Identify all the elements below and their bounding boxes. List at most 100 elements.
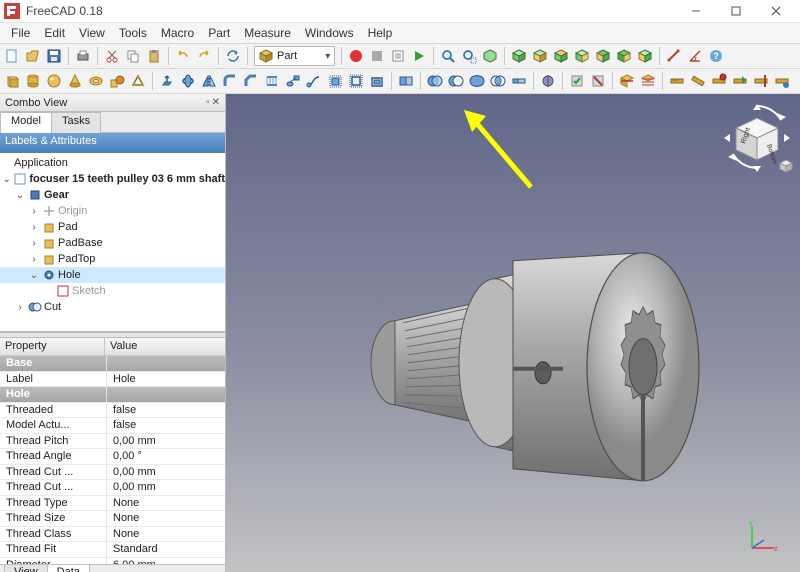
menu-macro[interactable]: Macro — [154, 24, 201, 42]
part-joinconnect-icon[interactable] — [509, 71, 529, 91]
close-button[interactable] — [756, 0, 796, 22]
part-cone-icon[interactable] — [65, 71, 85, 91]
prop-threadtype-value[interactable]: None — [107, 496, 225, 511]
prop-label-value[interactable]: Hole — [107, 372, 225, 387]
measure-angular-icon[interactable] — [685, 46, 705, 66]
menu-tools[interactable]: Tools — [112, 24, 154, 42]
cut-icon[interactable] — [102, 46, 122, 66]
model-tree[interactable]: Application ⌄focuser 15 teeth pulley 03 … — [0, 153, 225, 332]
view-top-icon[interactable] — [551, 46, 571, 66]
tab-tasks[interactable]: Tasks — [51, 112, 101, 134]
part-extrude-icon[interactable] — [157, 71, 177, 91]
zoom-fit-icon[interactable] — [438, 46, 458, 66]
part-fillet-icon[interactable] — [220, 71, 240, 91]
part-chamfer-icon[interactable] — [241, 71, 261, 91]
part-fuse-icon[interactable] — [467, 71, 487, 91]
macro-record-icon[interactable] — [346, 46, 366, 66]
navigation-cube[interactable]: Right Bottom — [720, 100, 794, 174]
whatsthis-icon[interactable]: ? — [706, 46, 726, 66]
part-revolve-icon[interactable] — [178, 71, 198, 91]
view-rear-icon[interactable] — [593, 46, 613, 66]
part-loft-icon[interactable] — [283, 71, 303, 91]
copy-icon[interactable] — [123, 46, 143, 66]
open-icon[interactable] — [23, 46, 43, 66]
save-icon[interactable] — [44, 46, 64, 66]
prop-threadclass-value[interactable]: None — [107, 527, 225, 542]
3d-viewport[interactable]: Right Bottom y z — [226, 94, 800, 572]
tree-hole[interactable]: Hole — [58, 269, 81, 281]
measure-3-icon[interactable] — [709, 71, 729, 91]
minimize-button[interactable] — [676, 0, 716, 22]
tree-document[interactable]: focuser 15 teeth pulley 03 6 mm shaft — [29, 173, 225, 185]
measure-6-icon[interactable] — [772, 71, 792, 91]
macro-stop-icon[interactable] — [367, 46, 387, 66]
macro-list-icon[interactable] — [388, 46, 408, 66]
prop-threaded-value[interactable]: false — [107, 403, 225, 418]
prop-threadsize-value[interactable]: None — [107, 511, 225, 526]
part-section-icon[interactable] — [617, 71, 637, 91]
prop-tab-view[interactable]: View — [4, 565, 48, 572]
paste-icon[interactable] — [144, 46, 164, 66]
view-left-icon[interactable] — [635, 46, 655, 66]
prop-threadangle-value[interactable]: 0,00 ° — [107, 449, 225, 464]
refresh-icon[interactable] — [223, 46, 243, 66]
pulley-model[interactable] — [303, 191, 723, 511]
part-ruled-icon[interactable] — [262, 71, 282, 91]
part-boolean-icon[interactable] — [425, 71, 445, 91]
part-torus-icon[interactable] — [86, 71, 106, 91]
macro-run-icon[interactable] — [409, 46, 429, 66]
new-doc-icon[interactable] — [2, 46, 22, 66]
menu-measure[interactable]: Measure — [237, 24, 298, 42]
view-right-icon[interactable] — [572, 46, 592, 66]
tree-padtop[interactable]: PadTop — [58, 253, 95, 265]
view-front-icon[interactable] — [530, 46, 550, 66]
print-icon[interactable] — [73, 46, 93, 66]
tree-pad[interactable]: Pad — [58, 221, 78, 233]
measure-2-icon[interactable] — [688, 71, 708, 91]
measure-1-icon[interactable] — [667, 71, 687, 91]
redo-icon[interactable] — [194, 46, 214, 66]
part-crosssections-icon[interactable] — [638, 71, 658, 91]
part-mirror-icon[interactable] — [199, 71, 219, 91]
part-box-icon[interactable] — [2, 71, 22, 91]
prop-threadfit-value[interactable]: Standard — [107, 542, 225, 557]
tab-model[interactable]: Model — [0, 112, 52, 134]
part-splitter-icon[interactable] — [538, 71, 558, 91]
part-builder-icon[interactable] — [128, 71, 148, 91]
prop-threadcut2-value[interactable]: 0,00 mm — [107, 480, 225, 495]
part-checkgeometry-icon[interactable] — [567, 71, 587, 91]
workbench-selector[interactable]: Part ▾ — [254, 46, 335, 66]
part-cut-icon[interactable] — [446, 71, 466, 91]
measure-4-icon[interactable] — [730, 71, 750, 91]
tree-cut[interactable]: Cut — [44, 301, 61, 313]
menu-help[interactable]: Help — [361, 24, 400, 42]
part-cylinder-icon[interactable] — [23, 71, 43, 91]
menu-windows[interactable]: Windows — [298, 24, 361, 42]
menu-edit[interactable]: Edit — [37, 24, 72, 42]
part-offset3d-icon[interactable] — [325, 71, 345, 91]
prop-tab-data[interactable]: Data — [47, 565, 90, 572]
prop-modelactual-value[interactable]: false — [107, 418, 225, 433]
part-common-icon[interactable] — [488, 71, 508, 91]
maximize-button[interactable] — [716, 0, 756, 22]
view-iso-icon[interactable] — [509, 46, 529, 66]
part-primitives-icon[interactable] — [107, 71, 127, 91]
part-sweep-icon[interactable] — [304, 71, 324, 91]
menu-view[interactable]: View — [72, 24, 112, 42]
measure-5-icon[interactable] — [751, 71, 771, 91]
part-offset2d-icon[interactable] — [346, 71, 366, 91]
undo-icon[interactable] — [173, 46, 193, 66]
tree-body-gear[interactable]: Gear — [44, 189, 69, 201]
menu-file[interactable]: File — [4, 24, 37, 42]
part-thickness-icon[interactable] — [367, 71, 387, 91]
part-sphere-icon[interactable] — [44, 71, 64, 91]
measure-linear-icon[interactable] — [664, 46, 684, 66]
draw-style-icon[interactable] — [480, 46, 500, 66]
view-bottom-icon[interactable] — [614, 46, 634, 66]
tree-padbase[interactable]: PadBase — [58, 237, 103, 249]
tree-origin[interactable]: Origin — [58, 205, 87, 217]
part-defeaturing-icon[interactable] — [588, 71, 608, 91]
prop-threadcut1-value[interactable]: 0,00 mm — [107, 465, 225, 480]
combo-close-icon[interactable]: ✕ — [212, 97, 220, 108]
tree-sketch[interactable]: Sketch — [72, 285, 106, 297]
